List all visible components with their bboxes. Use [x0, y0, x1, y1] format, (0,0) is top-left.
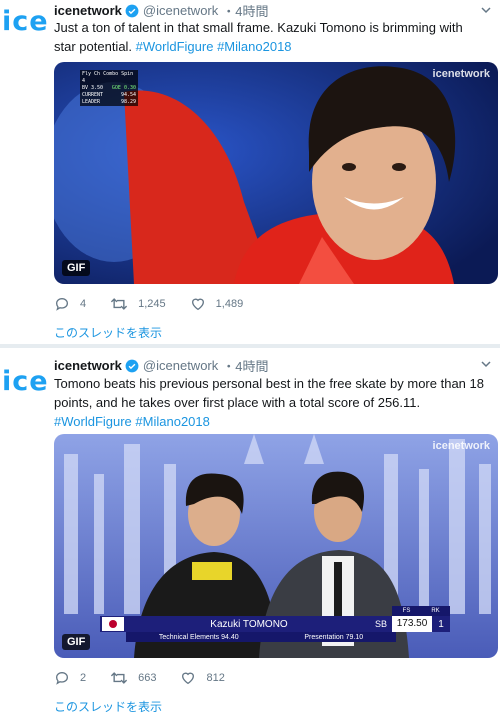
- gif-badge: GIF: [62, 260, 91, 276]
- retweet-button[interactable]: 1,245: [110, 296, 166, 312]
- reply-icon: [55, 297, 69, 311]
- fs-score: 173.50: [392, 616, 432, 632]
- show-thread-link[interactable]: このスレッドを表示: [54, 324, 162, 341]
- timestamp[interactable]: ・4時間: [222, 356, 268, 375]
- scoreboard-row: LEADER 98.29: [82, 99, 136, 106]
- retweet-icon: [111, 672, 128, 684]
- like-icon: [191, 298, 204, 311]
- score-header: FS SCORE RK: [392, 606, 450, 624]
- technical-elements: Technical Elements 94.40: [158, 633, 239, 641]
- show-thread-link[interactable]: このスレッドを表示: [54, 698, 162, 715]
- scoreboard-value: GOE 0.30: [111, 85, 136, 91]
- gif-badge: GIF: [62, 634, 91, 650]
- hashtag-link[interactable]: #WorldFigure: [54, 414, 132, 429]
- tweet-header: icenetwork @icenetwork ・4時間: [54, 356, 269, 375]
- segment-label: SB: [374, 619, 387, 629]
- user-name[interactable]: icenetwork: [54, 3, 122, 18]
- retweet-icon: [111, 298, 128, 310]
- reply-button[interactable]: 2: [54, 670, 86, 686]
- user-handle[interactable]: @icenetwork: [143, 3, 218, 18]
- reply-count: 2: [80, 672, 87, 684]
- japan-flag-icon: [102, 617, 124, 631]
- gif-media[interactable]: Fly Ch Combo Spin 4 BV 3.50 GOE 0.30 CURR…: [54, 62, 498, 284]
- hashtag-link[interactable]: #Milano2018: [217, 39, 291, 54]
- scoreboard-overlay: Fly Ch Combo Spin 4 BV 3.50 GOE 0.30 CURR…: [80, 70, 138, 106]
- scoreboard-label: CURRENT: [82, 92, 104, 98]
- tweet-text: Tomono beats his previous personal best …: [54, 374, 486, 431]
- score-bar: Kazuki TOMONO SB 173.50 1: [100, 616, 450, 632]
- verified-icon: [125, 4, 139, 17]
- tweet-actions: 2 663 812: [54, 670, 249, 686]
- verified-icon: [125, 359, 139, 372]
- score-header-label: FS SCORE: [396, 608, 417, 624]
- user-handle[interactable]: @icenetwork: [143, 358, 218, 373]
- scoreboard-value: 98.29: [120, 99, 136, 105]
- gif-media[interactable]: icenetwork FS SCORE RK Kazuki TOMONO SB …: [54, 434, 498, 658]
- skater-name: Kazuki TOMONO: [210, 618, 288, 630]
- like-count: 812: [206, 672, 225, 684]
- hashtag-link[interactable]: #WorldFigure: [136, 39, 214, 54]
- caret-down-icon[interactable]: [480, 4, 492, 16]
- like-count: 1,489: [215, 298, 244, 310]
- reply-icon: [55, 671, 69, 685]
- tweet-text-body: Tomono beats his previous personal best …: [54, 376, 484, 410]
- tweet-actions: 4 1,245 1,489: [54, 296, 267, 312]
- rank-header-label: RK: [431, 608, 440, 614]
- like-button[interactable]: 1,489: [190, 296, 244, 312]
- scoreboard-label: BV 3.50: [82, 85, 104, 91]
- scoreboard-title: Fly Ch Combo Spin 4: [82, 71, 134, 84]
- scoreboard-value: 94.54: [120, 92, 136, 98]
- scoreboard-row: CURRENT 94.54: [82, 92, 136, 99]
- score-lower-third: FS SCORE RK Kazuki TOMONO SB 173.50 1 Te…: [100, 606, 450, 646]
- like-icon: [182, 672, 195, 685]
- scoreboard-row: BV 3.50 GOE 0.30: [82, 85, 136, 92]
- watermark: icenetwork: [432, 68, 490, 80]
- hashtag-link[interactable]: #Milano2018: [135, 414, 209, 429]
- avatar[interactable]: ice: [2, 6, 48, 37]
- retweet-count: 663: [138, 672, 157, 684]
- watermark: icenetwork: [432, 440, 490, 452]
- tweet: ice icenetwork @icenetwork ・4時間 Tomono b…: [0, 348, 500, 716]
- score-breakdown: Technical Elements 94.40 Presentation 79…: [126, 632, 396, 642]
- user-name[interactable]: icenetwork: [54, 358, 122, 373]
- retweet-button[interactable]: 663: [110, 670, 156, 686]
- avatar[interactable]: ice: [2, 366, 48, 397]
- scoreboard-label: LEADER: [82, 99, 101, 105]
- rank: 1: [438, 618, 444, 630]
- reply-count: 4: [80, 298, 87, 310]
- presentation: Presentation 79.10: [304, 633, 364, 641]
- retweet-count: 1,245: [138, 298, 166, 310]
- tweet-text: Just a ton of talent in that small frame…: [54, 18, 486, 56]
- reply-button[interactable]: 4: [54, 296, 86, 312]
- tweet: ice icenetwork @icenetwork ・4時間 Just a t…: [0, 0, 500, 344]
- caret-down-icon[interactable]: [480, 358, 492, 370]
- like-button[interactable]: 812: [180, 670, 225, 686]
